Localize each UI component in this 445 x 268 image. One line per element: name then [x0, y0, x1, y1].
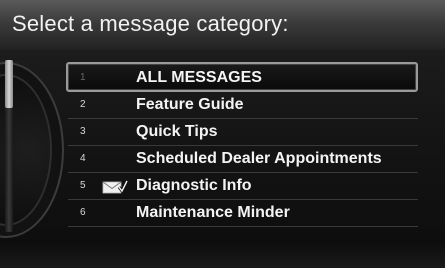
item-label: ALL MESSAGES — [136, 69, 262, 86]
menu-item-feature-guide[interactable]: 2 Feature Guide — [68, 92, 418, 119]
item-label: Quick Tips — [136, 123, 218, 140]
item-label: Scheduled Dealer Appointments — [136, 150, 382, 167]
message-category-screen: Select a message category: 1 ALL MESSAGE… — [0, 0, 445, 268]
scrollbar-thumb[interactable] — [5, 60, 13, 108]
menu-item-maintenance-minder[interactable]: 6 Maintenance Minder — [68, 200, 418, 227]
menu-item-scheduled-dealer-appointments[interactable]: 4 Scheduled Dealer Appointments — [68, 146, 418, 173]
item-number: 1 — [80, 72, 86, 83]
item-label: Maintenance Minder — [136, 204, 290, 221]
item-number: 4 — [80, 153, 86, 164]
item-number: 2 — [80, 99, 86, 110]
menu-item-all-messages[interactable]: 1 ALL MESSAGES — [66, 62, 418, 92]
category-list: 1 ALL MESSAGES 2 Feature Guide 3 Quick T… — [66, 62, 418, 227]
scrollbar[interactable] — [5, 60, 13, 232]
item-number: 6 — [80, 207, 86, 218]
mail-check-icon — [102, 180, 128, 194]
item-number: 3 — [80, 126, 86, 137]
page-title: Select a message category: — [12, 11, 289, 36]
item-label: Diagnostic Info — [136, 177, 252, 194]
header-bar: Select a message category: — [0, 0, 445, 51]
item-label: Feature Guide — [136, 96, 244, 113]
menu-item-quick-tips[interactable]: 3 Quick Tips — [68, 119, 418, 146]
menu-item-diagnostic-info[interactable]: 5 Diagnostic Info — [68, 173, 418, 200]
item-number: 5 — [80, 180, 86, 191]
bottom-bar — [0, 240, 445, 268]
